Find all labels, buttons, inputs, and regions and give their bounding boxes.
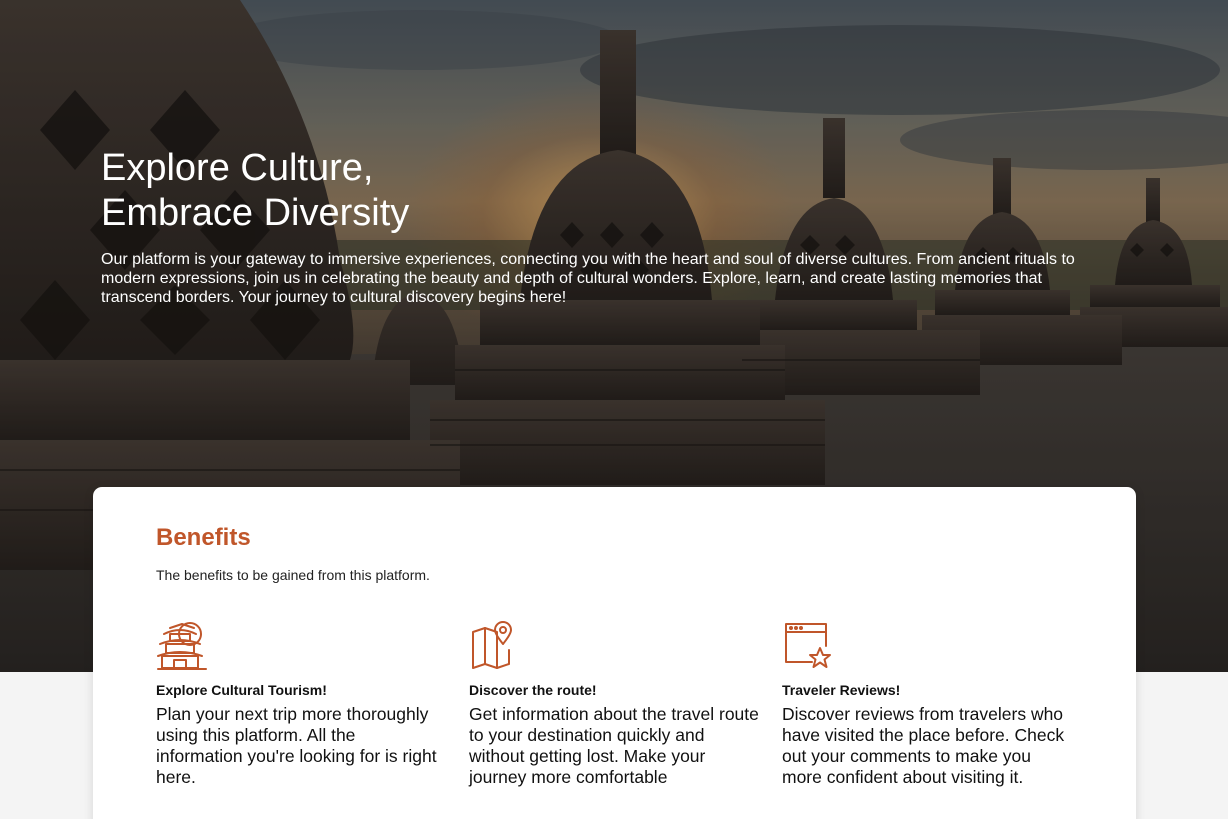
benefit-text: Plan your next trip more thoroughly usin… — [156, 704, 437, 787]
benefit-title: Discover the route! — [469, 682, 597, 698]
hero-title-line2: Embrace Diversity — [101, 192, 410, 234]
benefit-title: Traveler Reviews! — [782, 682, 901, 698]
pagoda-icon — [157, 622, 207, 670]
map-pin-icon — [472, 621, 512, 669]
benefit-item-route: Discover the route! Get information abou… — [469, 620, 759, 788]
benefit-item-reviews: Traveler Reviews! Discover reviews from … — [782, 620, 1072, 788]
hero-description: Our platform is your gateway to immersiv… — [101, 251, 1075, 306]
benefit-item-cultural-tourism: Explore Cultural Tourism! Plan your next… — [156, 620, 446, 788]
benefits-subtitle: The benefits to be gained from this plat… — [156, 567, 430, 583]
benefit-text: Get information about the travel route t… — [469, 704, 759, 787]
hero-title: Explore Culture, Embrace Diversity — [101, 146, 501, 236]
benefits-card: Benefits The benefits to be gained from … — [93, 487, 1136, 819]
hero-content: Explore Culture, Embrace Diversity Our p… — [101, 146, 1111, 307]
benefit-title: Explore Cultural Tourism! — [156, 682, 327, 698]
hero-title-line1: Explore Culture, — [101, 147, 374, 189]
review-star-icon — [785, 623, 831, 668]
benefits-title: Benefits — [156, 524, 251, 551]
benefit-text: Discover reviews from travelers who have… — [782, 704, 1065, 787]
